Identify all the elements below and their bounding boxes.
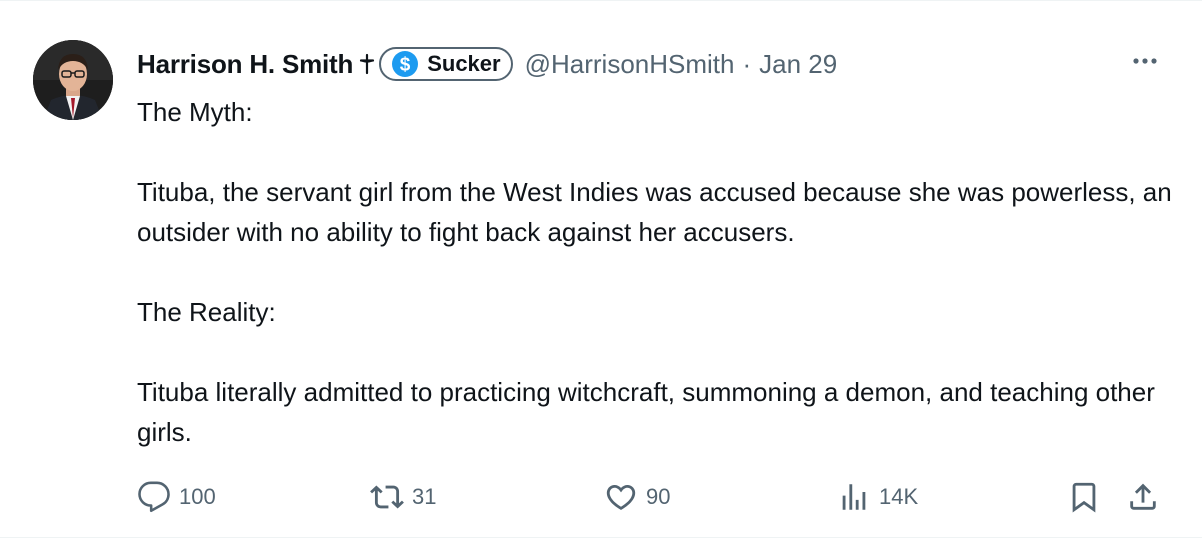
avatar-image (33, 40, 113, 120)
user-handle[interactable]: @HarrisonHSmith (525, 49, 735, 80)
tweet-header: Harrison H. Smith $ Sucker @HarrisonHSmi… (137, 43, 837, 85)
svg-text:$: $ (400, 55, 411, 76)
reply-icon (137, 480, 171, 514)
tweet-paragraph: Tituba, the servant girl from the West I… (137, 177, 1179, 247)
reply-button[interactable]: 100 (137, 477, 216, 517)
badge-label: Sucker (427, 51, 501, 76)
repost-count: 31 (412, 484, 437, 509)
bar-chart-icon (837, 480, 871, 514)
dollar-circle-icon: $ (391, 50, 419, 78)
christian-cross-icon (359, 52, 375, 76)
repost-button[interactable]: 31 (370, 477, 436, 517)
tweet-date[interactable]: Jan 29 (759, 49, 837, 80)
like-count: 90 (646, 484, 671, 509)
separator-dot: · (742, 48, 752, 79)
share-button[interactable] (1126, 477, 1160, 517)
bookmark-icon (1067, 480, 1101, 514)
more-options-icon[interactable] (1128, 49, 1162, 73)
affiliate-badge[interactable]: $ Sucker (379, 47, 513, 81)
tweet-text: The Myth: Tituba, the servant girl from … (137, 92, 1177, 452)
tweet-paragraph: The Reality: (137, 297, 276, 327)
views-button[interactable]: 14K (837, 477, 918, 517)
heart-icon (604, 480, 638, 514)
reply-count: 100 (179, 484, 216, 509)
avatar[interactable] (33, 40, 113, 120)
tweet-paragraph: The Myth: (137, 97, 253, 127)
display-name[interactable]: Harrison H. Smith (137, 49, 353, 80)
share-icon (1126, 480, 1160, 514)
action-bar: 100 31 90 14K (137, 477, 1167, 517)
view-count: 14K (879, 484, 919, 509)
repost-icon (370, 480, 404, 514)
like-button[interactable]: 90 (604, 477, 670, 517)
tweet-card[interactable]: Harrison H. Smith $ Sucker @HarrisonHSmi… (0, 0, 1202, 538)
tweet-paragraph: Tituba literally admitted to practicing … (137, 377, 1163, 447)
bookmark-button[interactable] (1067, 477, 1101, 517)
